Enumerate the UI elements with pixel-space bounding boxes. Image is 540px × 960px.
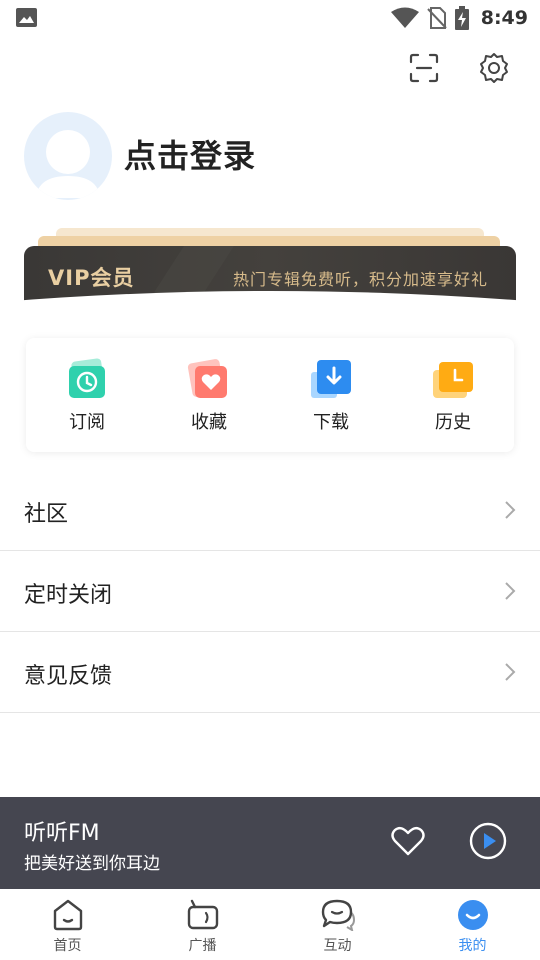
gallery-icon bbox=[16, 8, 37, 27]
settings-menu: 社区 定时关闭 意见反馈 bbox=[0, 470, 540, 713]
tab-label: 我的 bbox=[458, 938, 487, 954]
chevron-right-icon bbox=[505, 582, 516, 600]
chevron-right-icon bbox=[505, 501, 516, 519]
gear-icon[interactable] bbox=[478, 52, 510, 84]
vip-curve bbox=[0, 291, 540, 318]
bottom-tab-bar: 首页 广播 互动 我的 bbox=[0, 889, 540, 960]
radio-icon bbox=[187, 899, 218, 930]
no-sim-icon bbox=[427, 7, 447, 29]
play-icon[interactable] bbox=[468, 821, 508, 861]
shortcut-favorite[interactable]: 收藏 bbox=[148, 338, 270, 452]
profile-face-icon bbox=[457, 900, 488, 930]
tab-home[interactable]: 首页 bbox=[0, 889, 135, 960]
shortcut-history[interactable]: 历史 bbox=[392, 338, 514, 452]
download-icon bbox=[311, 360, 351, 398]
shortcut-label: 历史 bbox=[435, 412, 471, 433]
tab-label: 广播 bbox=[188, 938, 217, 954]
default-user-icon bbox=[36, 130, 100, 198]
mini-player[interactable]: 听听FM 把美好送到你耳边 bbox=[0, 797, 540, 889]
menu-item-sleep-timer[interactable]: 定时关闭 bbox=[0, 551, 540, 632]
avatar[interactable] bbox=[24, 112, 112, 200]
tab-broadcast[interactable]: 广播 bbox=[135, 889, 270, 960]
player-tagline: 把美好送到你耳边 bbox=[24, 854, 160, 874]
vip-banner[interactable]: VIP会员 热门专辑免费听，积分加速享好礼 bbox=[0, 226, 540, 318]
subscribe-icon bbox=[69, 358, 105, 398]
history-icon bbox=[433, 362, 473, 398]
menu-item-label: 意见反馈 bbox=[24, 664, 113, 689]
shortcut-label: 订阅 bbox=[69, 412, 105, 433]
tab-mine[interactable]: 我的 bbox=[405, 889, 540, 960]
login-prompt[interactable]: 点击登录 bbox=[124, 131, 256, 177]
shortcut-label: 下载 bbox=[313, 412, 349, 433]
home-icon bbox=[53, 899, 82, 931]
menu-item-label: 社区 bbox=[24, 502, 69, 527]
scan-icon[interactable] bbox=[408, 52, 440, 84]
wifi-icon bbox=[390, 7, 419, 28]
status-time: 8:49 bbox=[480, 7, 528, 29]
favorite-icon bbox=[187, 359, 227, 398]
player-station-name: 听听FM bbox=[24, 821, 100, 846]
tab-label: 互动 bbox=[323, 938, 352, 954]
tab-label: 首页 bbox=[53, 938, 82, 954]
status-bar: 8:49 bbox=[0, 0, 540, 36]
shortcut-download[interactable]: 下载 bbox=[270, 338, 392, 452]
shortcut-panel: 订阅 收藏 下载 历史 bbox=[26, 338, 514, 452]
tab-interact[interactable]: 互动 bbox=[270, 889, 405, 960]
heart-icon[interactable] bbox=[390, 825, 426, 857]
shortcut-subscribe[interactable]: 订阅 bbox=[26, 338, 148, 452]
header-actions bbox=[408, 52, 510, 84]
battery-charging-icon bbox=[454, 6, 469, 30]
chat-bubble-icon bbox=[321, 899, 355, 931]
menu-item-community[interactable]: 社区 bbox=[0, 470, 540, 551]
menu-item-feedback[interactable]: 意见反馈 bbox=[0, 632, 540, 713]
vip-description: 热门专辑免费听，积分加速享好礼 bbox=[232, 270, 488, 289]
chevron-right-icon bbox=[505, 663, 516, 681]
shortcut-label: 收藏 bbox=[191, 412, 227, 433]
menu-item-label: 定时关闭 bbox=[24, 583, 113, 608]
